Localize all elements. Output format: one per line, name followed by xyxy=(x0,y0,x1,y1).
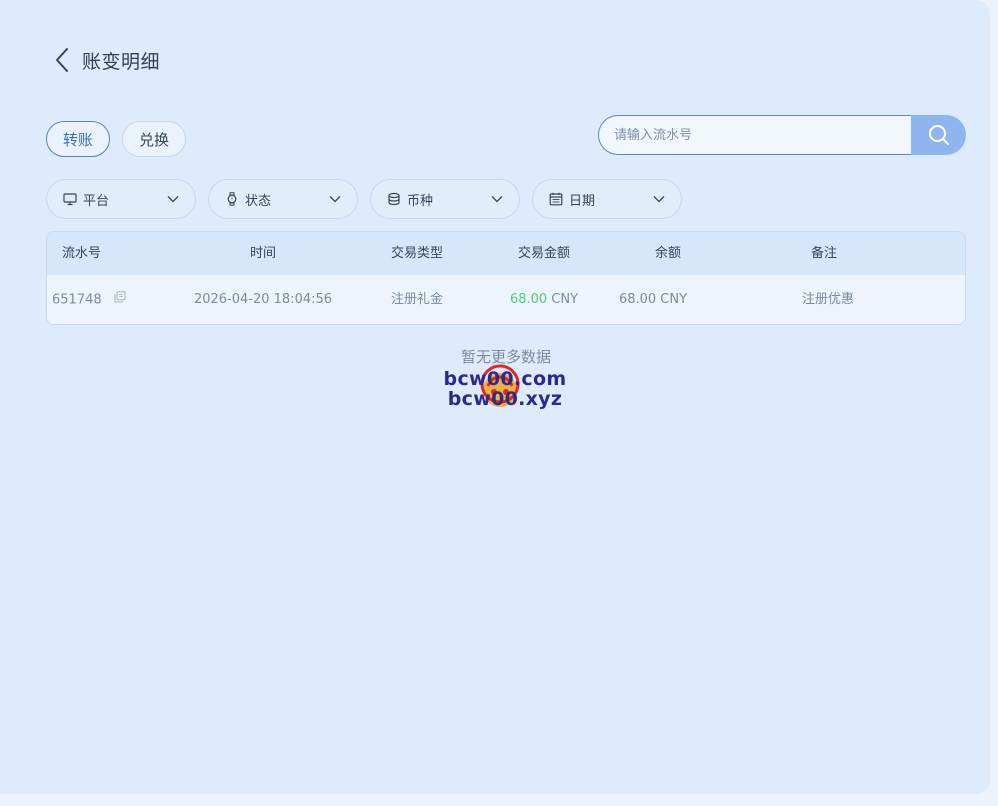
back-arrow-icon[interactable] xyxy=(50,44,74,76)
calendar-icon xyxy=(549,192,563,206)
chevron-down-icon xyxy=(653,193,665,205)
coins-stack-icon xyxy=(387,192,401,206)
column-header-amount: 交易金额 xyxy=(517,246,571,261)
column-header-time: 时间 xyxy=(249,246,277,261)
amount-currency: CNY xyxy=(551,292,579,307)
filter-currency-label: 币种 xyxy=(407,193,434,209)
search-bar xyxy=(598,115,966,155)
copy-icon[interactable] xyxy=(114,275,126,324)
filter-currency[interactable]: 币种 xyxy=(370,179,520,219)
filter-bar: 平台 状态 币种 日期 xyxy=(46,179,682,219)
chevron-down-icon xyxy=(491,193,503,205)
page-header: 账变明细 xyxy=(50,42,160,78)
watermark-line-2: bcw00.xyz xyxy=(447,388,563,410)
tab-group: 转账 兑换 xyxy=(46,121,187,157)
serial-cell: 651748 xyxy=(52,275,126,324)
filter-date[interactable]: 日期 xyxy=(532,179,682,219)
search-button[interactable] xyxy=(911,115,966,155)
main-panel: 账变明细 转账 兑换 平台 状态 xyxy=(0,0,990,794)
column-header-serial: 流水号 xyxy=(62,246,102,261)
chevron-down-icon xyxy=(329,193,341,205)
remark-cell: 注册优惠 xyxy=(801,292,855,307)
column-header-type: 交易类型 xyxy=(390,246,444,261)
tab-transfer[interactable]: 转账 xyxy=(46,121,111,157)
balance-cell: 68.00 CNY xyxy=(618,292,688,307)
filter-date-label: 日期 xyxy=(569,193,596,209)
type-cell: 注册礼金 xyxy=(390,292,444,307)
transaction-table: 流水号 时间 交易类型 交易金额 余额 备注 651748 2026-04-20… xyxy=(46,231,966,325)
table-row: 651748 2026-04-20 18:04:56 注册礼金 68.00 CN… xyxy=(47,275,965,324)
search-icon xyxy=(928,125,949,145)
filter-platform-label: 平台 xyxy=(83,193,110,209)
watermark-line-1: bcw00.com xyxy=(443,368,567,390)
page-title: 账变明细 xyxy=(82,50,161,73)
filter-status[interactable]: 状态 xyxy=(208,179,358,219)
serial-number: 651748 xyxy=(52,292,102,308)
filter-status-label: 状态 xyxy=(245,193,272,209)
column-header-balance: 余额 xyxy=(654,246,682,261)
amount-cell: 68.00 CNY xyxy=(509,275,579,324)
chevron-down-icon xyxy=(167,193,179,205)
monitor-icon xyxy=(63,192,77,206)
table-header: 流水号 时间 交易类型 交易金额 余额 备注 xyxy=(47,232,965,275)
search-input[interactable] xyxy=(598,115,911,155)
filter-platform[interactable]: 平台 xyxy=(46,179,196,219)
amount-value: 68.00 xyxy=(509,292,548,307)
column-header-remark: 备注 xyxy=(810,246,838,261)
watch-icon xyxy=(225,192,239,206)
tab-exchange[interactable]: 兑换 xyxy=(122,121,187,157)
time-cell: 2026-04-20 18:04:56 xyxy=(193,292,333,307)
watermark: bcw00.com bcw00.xyz xyxy=(440,364,570,414)
